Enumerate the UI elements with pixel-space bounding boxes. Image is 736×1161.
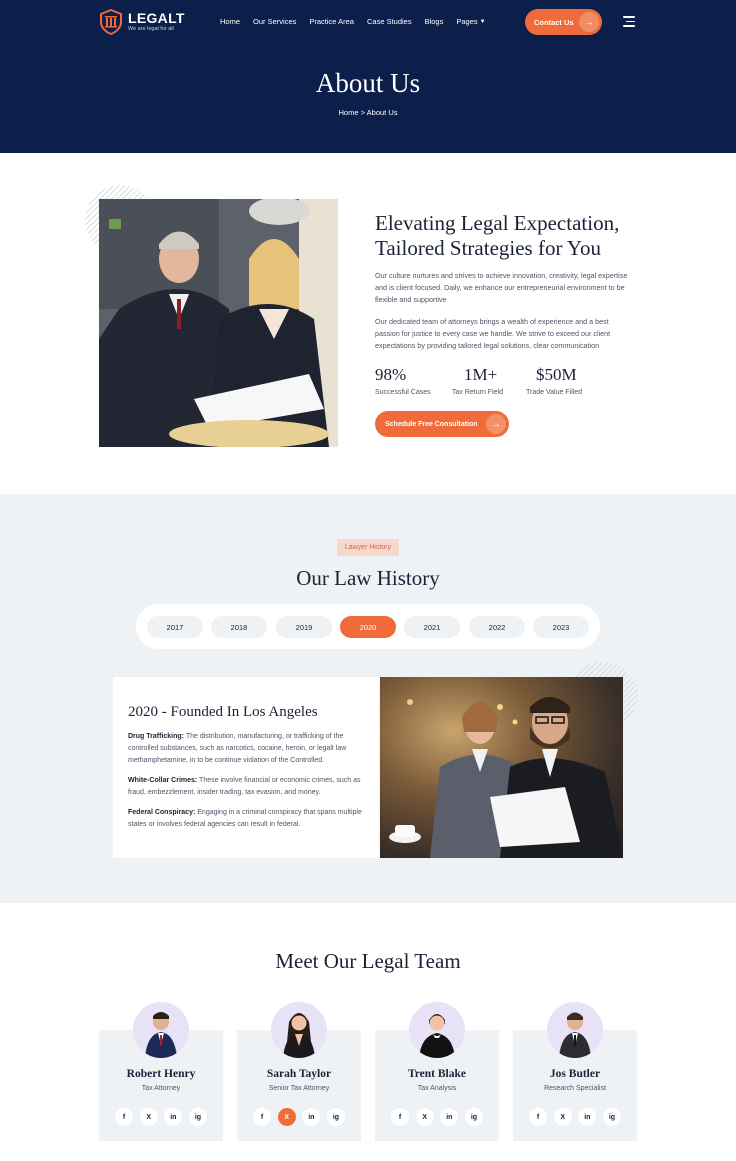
contact-us-label: Contact Us xyxy=(534,17,574,27)
history-card: 2020 - Founded In Los Angeles Drug Traff… xyxy=(113,677,379,858)
about-paragraph-1: Our culture nurtures and strives to achi… xyxy=(375,271,628,304)
breadcrumb: Home > About Us xyxy=(338,108,398,117)
stat-label: Tax Return Field xyxy=(452,389,503,396)
history-item-label: Drug Trafficking: xyxy=(128,733,185,740)
nav-our-services[interactable]: Our Services xyxy=(253,17,296,26)
team-title: Meet Our Legal Team xyxy=(275,949,461,973)
history-card-title: 2020 - Founded In Los Angeles xyxy=(128,704,318,720)
stat-value: 98% xyxy=(375,365,407,384)
consultation-label: Schedule Free Consultation xyxy=(385,420,478,428)
nav-home[interactable]: Home xyxy=(220,17,240,26)
chevron-down-icon: ▼ xyxy=(479,18,486,25)
nav-practice-area[interactable]: Practice Area xyxy=(309,17,354,26)
stat-value: 1M+ xyxy=(464,365,498,384)
stat-value: $50M xyxy=(536,365,577,384)
facebook-icon[interactable]: f xyxy=(391,1108,409,1126)
nav-pages[interactable]: Pages ▼ xyxy=(456,17,485,26)
linkedin-icon[interactable]: in xyxy=(164,1108,183,1126)
logo-shield-icon xyxy=(99,8,123,36)
hamburger-menu-icon[interactable] xyxy=(623,16,635,27)
hero-header: LEGALT We are legal for all Home Our Ser… xyxy=(0,0,736,153)
history-item-federal-conspiracy: Federal Conspiracy: Engaging in a crimin… xyxy=(128,807,370,831)
main-nav: Home Our Services Practice Area Case Stu… xyxy=(220,17,499,26)
linkedin-icon[interactable]: in xyxy=(578,1108,597,1126)
tab-year-2021[interactable]: 2021 xyxy=(404,616,460,638)
tab-year-2020[interactable]: 2020 xyxy=(340,616,396,638)
facebook-icon[interactable]: f xyxy=(253,1108,271,1126)
avatar xyxy=(271,1002,327,1058)
avatar xyxy=(409,1002,465,1058)
stat-label: Trade Value Filled xyxy=(526,389,583,396)
history-title: Our Law History xyxy=(296,566,440,590)
instagram-icon[interactable]: ig xyxy=(188,1108,207,1126)
member-role: Senior Tax Attorney xyxy=(268,1085,330,1092)
logo-tagline: We are legal for all xyxy=(128,26,174,32)
member-name: Sarah Taylor xyxy=(266,1068,332,1080)
social-links: f X in ig xyxy=(529,1108,621,1126)
avatar xyxy=(547,1002,603,1058)
about-paragraph-2: Our dedicated team of attorneys brings a… xyxy=(375,317,611,350)
member-role: Tax Attorney xyxy=(141,1085,181,1092)
arrow-right-icon: → xyxy=(486,414,506,434)
logo-title: LEGALT xyxy=(128,10,185,26)
section-tag: Lawyer History xyxy=(337,539,399,556)
social-links: f X in ig xyxy=(391,1108,483,1126)
nav-pages-label: Pages xyxy=(456,17,478,26)
x-icon[interactable]: X xyxy=(277,1108,296,1126)
instagram-icon[interactable]: ig xyxy=(602,1108,621,1126)
tab-year-2019[interactable]: 2019 xyxy=(276,616,332,638)
instagram-icon[interactable]: ig xyxy=(464,1108,483,1126)
stat-trade-value: $50M Trade Value Filled xyxy=(526,365,582,396)
x-icon[interactable]: X xyxy=(553,1108,572,1126)
attorneys-reviewing-documents-photo xyxy=(99,199,338,447)
stat-tax-return: 1M+ Tax Return Field xyxy=(452,365,503,396)
avatar xyxy=(133,1002,189,1058)
member-name: Trent Blake xyxy=(407,1068,467,1080)
nav-case-studies[interactable]: Case Studies xyxy=(367,17,412,26)
contact-us-button[interactable]: Contact Us → xyxy=(525,9,602,35)
member-role: Research Specialist xyxy=(544,1085,606,1092)
linkedin-icon[interactable]: in xyxy=(302,1108,321,1126)
x-icon[interactable]: X xyxy=(415,1108,434,1126)
page-title: About Us xyxy=(315,68,421,98)
social-links: f X in ig xyxy=(253,1108,345,1126)
lawyers-meeting-photo xyxy=(380,677,623,858)
history-item-drug-trafficking: Drug Trafficking: The distribution, manu… xyxy=(128,731,370,767)
history-item-label: Federal Conspiracy: xyxy=(128,809,196,816)
schedule-consultation-button[interactable]: Schedule Free Consultation → xyxy=(375,411,509,437)
tab-year-2017[interactable]: 2017 xyxy=(147,616,203,638)
history-item-label: White-Collar Crimes: xyxy=(128,777,198,784)
tab-year-2022[interactable]: 2022 xyxy=(469,616,525,638)
stat-label: Successful Cases xyxy=(375,389,431,396)
nav-blogs[interactable]: Blogs xyxy=(425,17,444,26)
instagram-icon[interactable]: ig xyxy=(326,1108,345,1126)
stat-successful-cases: 98% Successful Cases xyxy=(375,365,431,396)
year-tabs: 2017 2018 2019 2020 2021 2022 2023 xyxy=(136,604,600,649)
facebook-icon[interactable]: f xyxy=(115,1108,133,1126)
linkedin-icon[interactable]: in xyxy=(440,1108,459,1126)
x-icon[interactable]: X xyxy=(139,1108,158,1126)
about-heading: Elevating Legal Expectation, Tailored St… xyxy=(375,211,620,260)
law-history-section: Lawyer History Our Law History 2017 2018… xyxy=(0,494,736,903)
social-links: f X in ig xyxy=(115,1108,207,1126)
logo[interactable]: LEGALT We are legal for all xyxy=(99,8,185,36)
history-item-white-collar: White-Collar Crimes: These involve finan… xyxy=(128,775,370,799)
tab-year-2018[interactable]: 2018 xyxy=(211,616,267,638)
arrow-right-icon: → xyxy=(579,12,599,32)
facebook-icon[interactable]: f xyxy=(529,1108,547,1126)
member-name: Robert Henry xyxy=(126,1068,196,1080)
member-name: Jos Butler xyxy=(549,1068,601,1080)
tab-year-2023[interactable]: 2023 xyxy=(533,616,589,638)
member-role: Tax Analysis xyxy=(417,1085,457,1092)
